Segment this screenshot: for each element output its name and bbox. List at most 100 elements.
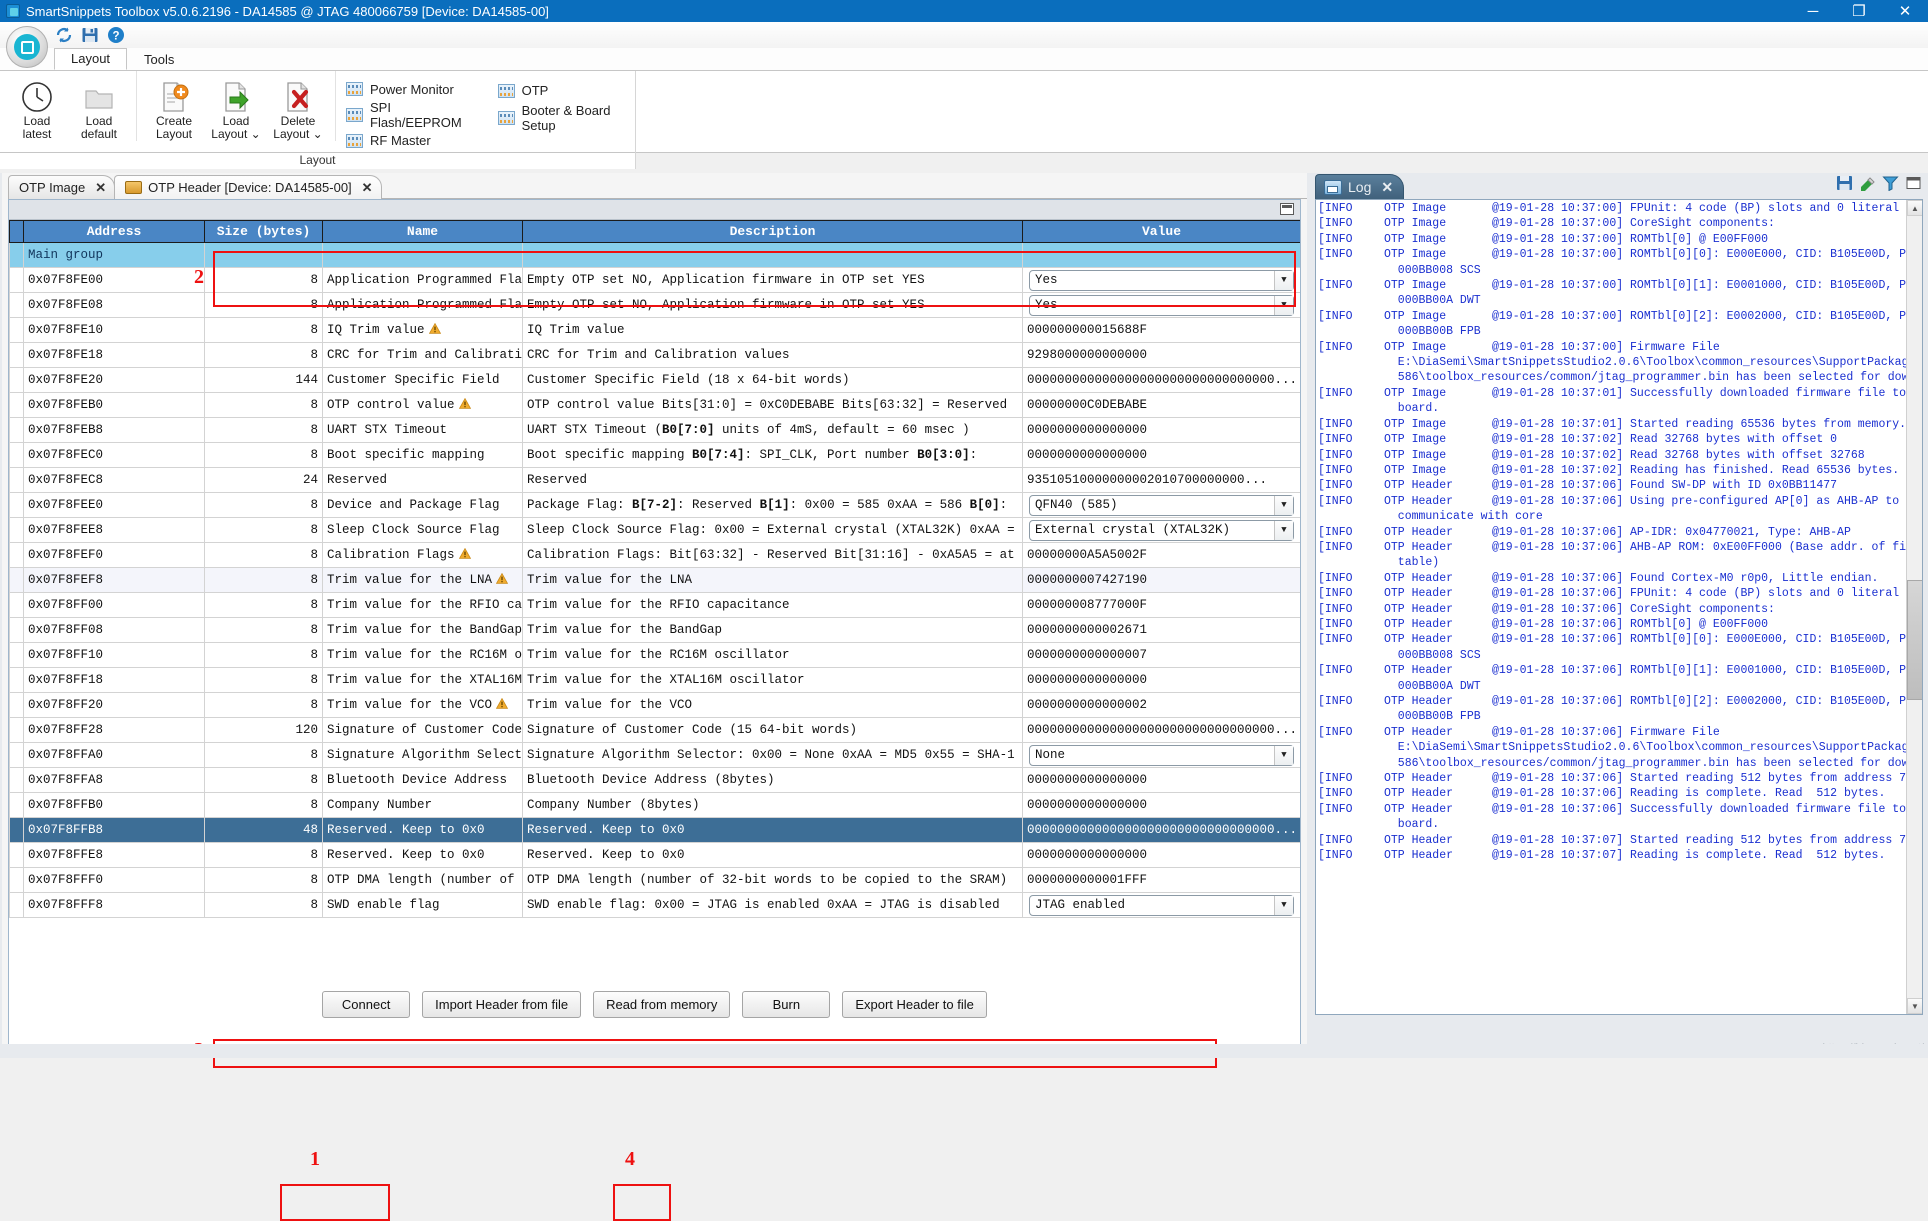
editor-tab-otp-header-close-icon[interactable]: ✕	[362, 180, 373, 196]
value-cell[interactable]: 0000000000000007	[1022, 642, 1300, 668]
spi-flash-eeprom-item[interactable]: SPI Flash/EEPROM	[346, 100, 484, 130]
export-header-to-file-button[interactable]: Export Header to file	[842, 990, 987, 1018]
value-cell[interactable]: 0000000000000000	[1022, 792, 1300, 818]
load-latest-button[interactable]: Load latest	[6, 75, 68, 141]
load-layout-button[interactable]: Load Layout ⌄	[205, 75, 267, 141]
value-cell[interactable]: Yes ▼	[1022, 267, 1300, 293]
refresh-icon[interactable]	[54, 25, 76, 45]
table-row[interactable]: 0x07F8FE088Application Programmed Flag #…	[9, 292, 1300, 318]
value-cell[interactable]: 0000000000000000	[1022, 767, 1300, 793]
connect-button[interactable]: Connect	[322, 990, 411, 1018]
log-tab-close-icon[interactable]: ✕	[1381, 179, 1393, 196]
value-cell[interactable]: 0000000000001FFF	[1022, 867, 1300, 893]
value-cell[interactable]: QFN40 (585) ▼	[1022, 492, 1300, 518]
table-row[interactable]: 0x07F8FFF8 8 SWD enable flag SWD enable fla…	[9, 892, 1300, 918]
log-maximize-icon[interactable]	[1905, 175, 1922, 191]
value-cell[interactable]: 0000000000002671	[1022, 617, 1300, 643]
chevron-down-icon[interactable]: ▼	[1274, 895, 1293, 915]
table-row[interactable]: 0x07F8FF08 8 Trim value for the BandGap Tri…	[9, 617, 1300, 643]
value-dropdown[interactable]: Yes ▼	[1029, 294, 1294, 316]
booter-board-setup-item[interactable]: Booter & Board Setup	[497, 103, 627, 133]
table-row[interactable]: 0x07F8FEC0 8 Boot specific mapping Boot spe…	[9, 442, 1300, 468]
table-row[interactable]: 0x07F8FF008Trim value for the RFIO capac…	[9, 592, 1300, 618]
value-dropdown[interactable]: Yes ▼	[1029, 269, 1294, 291]
table-row[interactable]: 0x07F8FEE8 8 Sleep Clock Source Flag Sleep …	[9, 517, 1300, 543]
create-layout-button[interactable]: Create Layout	[143, 75, 205, 141]
value-cell[interactable]: None ▼	[1022, 742, 1300, 768]
log-scroll-down-icon[interactable]: ▼	[1907, 998, 1922, 1014]
minimize-panel-icon[interactable]	[1280, 203, 1294, 215]
table-row[interactable]: 0x07F8FEE0 8 Device and Package Flag Packag…	[9, 492, 1300, 518]
table-row[interactable]: 0x07F8FF28 120 Signature of Customer Code …	[9, 717, 1300, 743]
value-dropdown[interactable]: QFN40 (585) ▼	[1029, 494, 1294, 516]
value-cell[interactable]: 00000000A5A5002F	[1022, 542, 1300, 568]
load-default-button[interactable]: Load default	[68, 75, 130, 141]
rf-master-item[interactable]: RF Master	[346, 129, 484, 154]
table-row[interactable]: 0x07F8FFB8 48 Reserved. Keep to 0x0 Reserve…	[9, 817, 1300, 843]
value-cell[interactable]: 000000000000000000000000000000000...	[1022, 717, 1300, 743]
th-size[interactable]: Size (bytes)	[204, 220, 323, 243]
editor-tab-otp-image[interactable]: OTP Image ✕	[8, 175, 116, 199]
table-row[interactable]: 0x07F8FF20 8 Trim value for the VCO Trim va…	[9, 692, 1300, 718]
ribbon-tab-tools[interactable]: Tools	[127, 49, 191, 70]
log-scrollbar[interactable]: ▲ ▼	[1906, 200, 1922, 1014]
th-value[interactable]: Value	[1022, 220, 1300, 243]
table-row[interactable]: 0x07F8FFE8 8 Reserved. Keep to 0x0 Reserved…	[9, 842, 1300, 868]
value-cell[interactable]: 000000000000000000000000000000000...	[1022, 817, 1300, 843]
th-name[interactable]: Name	[322, 220, 523, 243]
value-dropdown[interactable]: None ▼	[1029, 744, 1294, 766]
table-row[interactable]: 0x07F8FE10 8 IQ Trim value IQ Trim value 000…	[9, 317, 1300, 343]
table-row[interactable]: 0x07F8FEB0 8 OTP control value OTP control …	[9, 392, 1300, 418]
value-dropdown[interactable]: External crystal (XTAL32K) ▼	[1029, 519, 1294, 541]
value-cell[interactable]: 0000000000000000	[1022, 442, 1300, 468]
log-text[interactable]: [INFO OTP Image @19-01-28 10:37:00] FPUnit…	[1318, 201, 1906, 1013]
chevron-down-icon[interactable]: ▼	[1274, 520, 1293, 540]
value-cell[interactable]: External crystal (XTAL32K) ▼	[1022, 517, 1300, 543]
power-monitor-item[interactable]: Power Monitor	[346, 77, 484, 102]
import-header-from-file-button[interactable]: Import Header from file	[422, 990, 582, 1018]
log-tab[interactable]: Log ✕	[1315, 174, 1405, 199]
table-row[interactable]: 0x07F8FFF08OTP DMA length (number of 32-…	[9, 867, 1300, 893]
save-icon[interactable]	[80, 25, 102, 45]
th-description[interactable]: Description	[522, 220, 1023, 243]
log-scroll-thumb[interactable]	[1907, 580, 1922, 700]
table-row[interactable]: 0x07F8FF188Trim value for the XTAL16M os…	[9, 667, 1300, 693]
log-clear-icon[interactable]	[1859, 175, 1876, 191]
value-dropdown[interactable]: JTAG enabled ▼	[1029, 894, 1294, 916]
read-from-memory-button[interactable]: Read from memory	[593, 990, 731, 1018]
table-row[interactable]: 0x07F8FEF8 8 Trim value for the LNA Trim va…	[9, 567, 1300, 593]
value-cell[interactable]: 0000000000000002	[1022, 692, 1300, 718]
ribbon-tab-layout[interactable]: Layout	[54, 48, 128, 70]
value-cell[interactable]: JTAG enabled ▼	[1022, 892, 1300, 918]
value-cell[interactable]: 000000000000000000000000000000000...	[1022, 367, 1300, 393]
value-cell[interactable]: 0000000007427190	[1022, 567, 1300, 593]
chevron-down-icon[interactable]: ▼	[1274, 270, 1293, 290]
minimize-button[interactable]: ─	[1790, 0, 1836, 22]
table-group-row[interactable]: Main group	[9, 242, 1300, 268]
log-save-icon[interactable]	[1836, 175, 1853, 191]
table-row[interactable]: 0x07F8FF108Trim value for the RC16M osci…	[9, 642, 1300, 668]
otp-header-table-container[interactable]: Address Size (bytes) Name Description Va…	[9, 220, 1300, 960]
value-cell[interactable]: 000000000015688F	[1022, 317, 1300, 343]
help-icon[interactable]: ?	[106, 25, 128, 45]
table-row[interactable]: 0x07F8FFA8 8 Bluetooth Device Address Bluet…	[9, 767, 1300, 793]
value-cell[interactable]: 0000000000000000	[1022, 667, 1300, 693]
value-cell[interactable]: 93510510000000002010700000000...	[1022, 467, 1300, 493]
delete-layout-button[interactable]: Delete Layout ⌄	[267, 75, 329, 141]
burn-button[interactable]: Burn	[742, 990, 831, 1018]
th-address[interactable]: Address	[23, 220, 205, 243]
application-menu-button[interactable]	[6, 26, 48, 68]
table-row[interactable]: 0x07F8FE20 144 Customer Specific Field Cust…	[9, 367, 1300, 393]
chevron-down-icon[interactable]: ▼	[1274, 495, 1293, 515]
table-row[interactable]: 0x07F8FFA0 8 Signature Algorithm Selector S…	[9, 742, 1300, 768]
value-cell[interactable]: 9298000000000000	[1022, 342, 1300, 368]
table-row[interactable]: 0x07F8FEB8 8 UART STX Timeout UART STX Time…	[9, 417, 1300, 443]
table-row[interactable]: 0x07F8FEF0 8 Calibration Flags Calibration …	[9, 542, 1300, 568]
table-row[interactable]: 0x07F8FE188CRC for Trim and Calibration …	[9, 342, 1300, 368]
close-button[interactable]: ✕	[1882, 0, 1928, 22]
chevron-down-icon[interactable]: ▼	[1274, 745, 1293, 765]
table-row[interactable]: 0x07F8FFB0 8 Company Number Company Number …	[9, 792, 1300, 818]
otp-item[interactable]: OTP	[497, 77, 627, 104]
value-cell[interactable]: 0000000000000000	[1022, 842, 1300, 868]
editor-tab-otp-header[interactable]: OTP Header [Device: DA14585-00] ✕	[114, 175, 382, 199]
